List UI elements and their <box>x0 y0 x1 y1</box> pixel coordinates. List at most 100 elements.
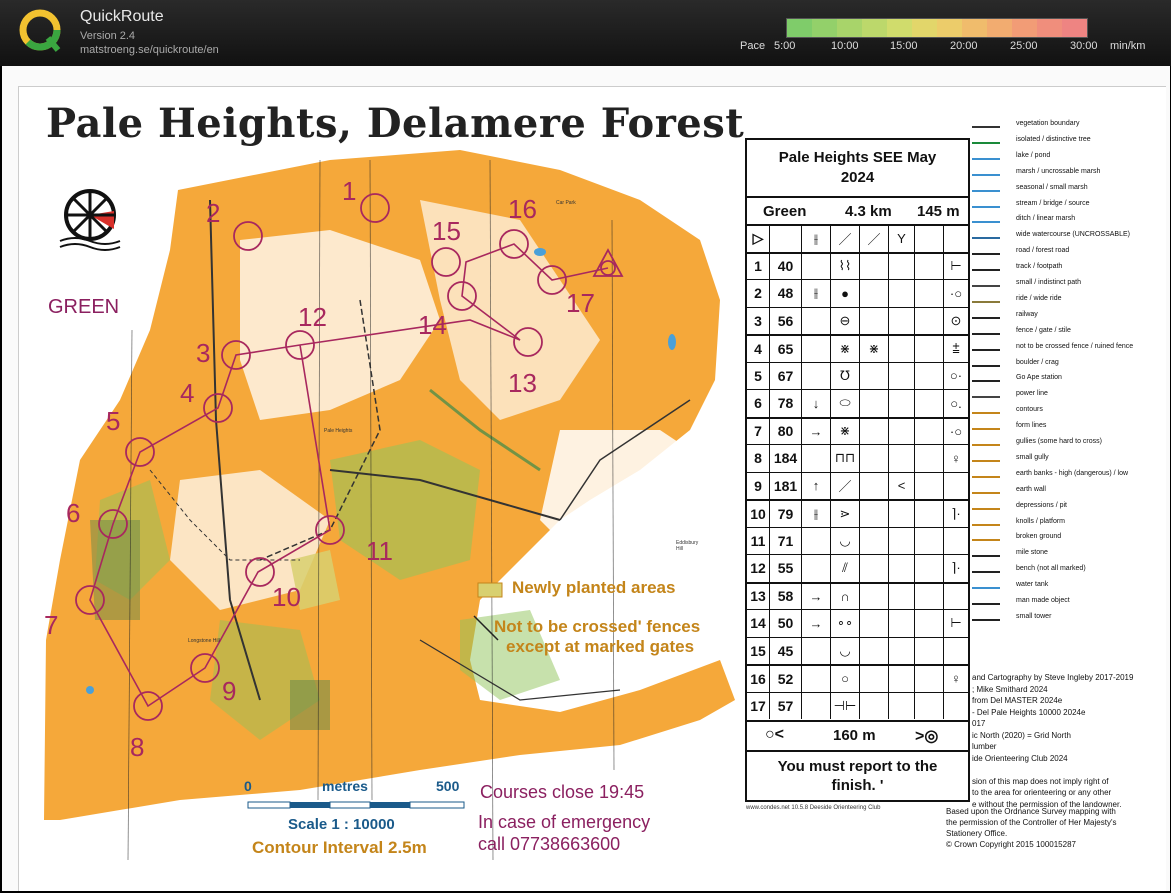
cd-control-number: 3 <box>754 312 762 329</box>
cd-symbol-icon <box>914 610 943 637</box>
legend-symbol-icon <box>972 359 1000 367</box>
legend-label: ride / wide ride <box>1016 294 1062 302</box>
legend-label: wide watercourse (UNCROSSABLE) <box>1016 231 1130 239</box>
cd-row: 9 181 ↑ ／ < <box>747 471 968 499</box>
cd-symbol-icon <box>859 418 888 444</box>
legend-label: earth banks - high (dangerous) / low <box>1016 469 1129 477</box>
legend-label: small tower <box>1016 612 1052 620</box>
legend-symbol-icon <box>972 374 1000 383</box>
start-triangle-icon: ▷ <box>752 230 764 247</box>
cd-symbol-icon <box>888 583 914 609</box>
legend-symbol-icon <box>972 215 1000 224</box>
cd-footer: www.condes.net 10.5.8 Deeside Orienteeri… <box>746 805 881 811</box>
map-pond <box>534 248 546 256</box>
pace-color-segment <box>987 19 1012 37</box>
legend-symbol-icon <box>972 263 1000 272</box>
cd-symbol-icon <box>914 280 943 307</box>
legend-label: vegetation boundary <box>1016 120 1080 127</box>
cd-symbol-icon: ◡ <box>830 527 859 554</box>
cd-symbol-icon: ⫲ <box>801 226 830 252</box>
cd-symbol-icon: ·○ <box>943 418 968 444</box>
control-number-17: 17 <box>566 288 595 318</box>
club-logo <box>52 177 128 253</box>
legend-label: railway <box>1016 310 1038 318</box>
pace-color-segment <box>887 19 912 37</box>
cd-symbol-icon: ·○ <box>943 280 968 307</box>
cd-symbol-icon <box>888 253 914 279</box>
legend-label: gullies (some hard to cross) <box>1016 438 1102 445</box>
cd-symbol-icon <box>888 362 914 389</box>
cd-control-number: 14 <box>750 615 766 632</box>
cd-control-number: 15 <box>750 642 766 659</box>
app-url[interactable]: matstroeng.se/quickroute/en <box>80 44 219 56</box>
cd-symbol-icon <box>943 527 968 554</box>
cd-symbol-icon <box>914 555 943 582</box>
pace-color-segment <box>862 19 887 37</box>
cd-symbol-icon <box>914 390 943 417</box>
orienteering-map[interactable]: 1234567891011121314151617 <box>0 66 745 893</box>
pace-unit: min/km <box>1110 40 1146 52</box>
cd-symbol-icon: < <box>888 472 914 499</box>
legend-label: isolated / distinctive tree <box>1016 135 1091 143</box>
cd-symbol-icon <box>859 472 888 499</box>
cd-control-code: 56 <box>769 307 801 334</box>
control-number-12: 12 <box>298 302 327 332</box>
finish-circle-icon: >◎ <box>915 728 939 745</box>
pace-tick: 20:00 <box>950 40 978 52</box>
legend-symbol-icon <box>972 279 1000 287</box>
pace-color-segment <box>1037 19 1062 37</box>
course-label: GREEN <box>48 296 120 318</box>
cd-symbol-icon: ⌉· <box>943 555 968 582</box>
cd-symbol-icon <box>801 445 830 472</box>
legend-label: man made object <box>1016 597 1070 604</box>
legend-symbol-icon <box>972 343 1000 351</box>
control-number-11: 11 <box>366 536 393 566</box>
cd-control-number: 7 <box>754 423 762 440</box>
cd-symbol-icon: ♀ <box>943 445 968 472</box>
cd-symbol-icon: ⊢ <box>943 610 968 637</box>
cd-symbol-icon: ⊓⊓ <box>830 445 859 472</box>
legend-label: earth wall <box>1016 485 1046 493</box>
cd-course-climb: 145 m <box>917 203 960 220</box>
cd-symbol-icon <box>914 637 943 664</box>
control-number-13: 13 <box>508 368 537 398</box>
cd-control-code: 52 <box>769 666 801 692</box>
cd-symbol-icon <box>859 362 888 389</box>
app-version: Version 2.4 <box>80 30 136 42</box>
cd-symbol-icon: ⩲ <box>943 336 968 362</box>
cd-symbol-icon <box>914 418 943 444</box>
cd-row: 10 79 ⫲ ⋗ ⌉· <box>747 499 968 527</box>
legend-symbol-icon <box>972 152 1000 160</box>
cd-control-number: 6 <box>754 395 762 412</box>
cd-symbol-icon: ● <box>830 280 859 307</box>
control-number-7: 7 <box>44 610 58 640</box>
cd-symbol-icon <box>943 637 968 664</box>
pace-color-scale <box>786 18 1088 38</box>
cd-symbol-icon: ○. <box>943 390 968 417</box>
legend-label: Go Ape station <box>1016 374 1062 382</box>
cd-symbol-icon <box>943 692 968 719</box>
place-label: Pale Heights <box>324 428 353 434</box>
cd-control-number: 9 <box>754 477 762 494</box>
legend-label: form lines <box>1016 422 1047 430</box>
legend-label: small gully <box>1016 453 1049 461</box>
cd-finish-distance-row: ○< 160 m >◎ <box>747 720 968 748</box>
cd-symbol-icon <box>859 307 888 334</box>
cd-symbol-icon <box>888 390 914 417</box>
cd-row: 2 48 ⫲ ● ·○ <box>747 279 968 307</box>
legend-symbol-icon <box>972 200 1000 208</box>
cd-symbol-icon: ⋇ <box>830 336 859 362</box>
cd-symbol-icon: ○· <box>943 362 968 389</box>
cd-symbol-icon <box>859 610 888 637</box>
cd-symbol-icon: ⌇⌇ <box>830 253 859 279</box>
legend-symbol-icon <box>972 295 1000 303</box>
cd-symbol-icon: ℧ <box>830 362 859 389</box>
legend-symbol-icon <box>972 470 1000 478</box>
place-label: Eddisbury Hill <box>676 540 699 552</box>
legend-planted-text: Newly planted areas <box>512 578 676 597</box>
control-number-8: 8 <box>130 732 144 762</box>
cd-row: 7 80 → ⋇ ·○ <box>747 416 968 444</box>
cd-symbol-icon <box>914 307 943 334</box>
pace-tick: 10:00 <box>831 40 859 52</box>
cd-row: 1 40 ⌇⌇ ⊢ <box>747 251 968 279</box>
